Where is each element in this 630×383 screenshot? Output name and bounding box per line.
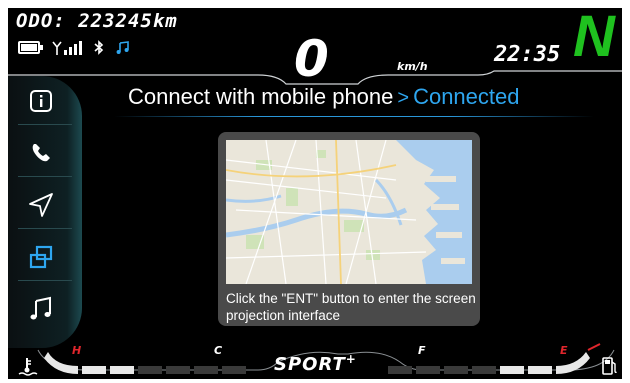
connection-status: Connected xyxy=(413,84,520,109)
sidebar-item-navigation[interactable] xyxy=(26,190,56,220)
gear-indicator: N xyxy=(573,8,615,69)
temp-cold-label: C xyxy=(214,344,223,357)
signal-strength-icon xyxy=(52,40,82,55)
battery-icon xyxy=(18,41,43,54)
ride-mode-suffix: + xyxy=(345,352,357,366)
info-icon xyxy=(30,90,52,112)
navigation-icon xyxy=(29,193,53,217)
sidebar-item-phone[interactable] xyxy=(26,138,56,168)
fuel-pump-icon xyxy=(602,357,617,375)
odometer-readout: ODO: 223245km xyxy=(16,10,178,32)
music-status-icon xyxy=(116,41,129,54)
page-heading: Connect with mobile phone > Connected xyxy=(128,84,520,110)
map-preview-image xyxy=(226,140,472,284)
screen-projection-icon xyxy=(29,245,53,269)
ride-mode-label: SPORT xyxy=(274,354,346,375)
sidebar-item-info[interactable] xyxy=(26,86,56,116)
projection-card[interactable]: Click the "ENT" button to enter the scre… xyxy=(218,132,480,326)
ride-mode: SPORT+ xyxy=(274,352,357,375)
sidebar-item-music[interactable] xyxy=(26,294,56,324)
fuel-full-label: F xyxy=(418,344,426,357)
sidebar-menu xyxy=(8,76,82,348)
music-icon xyxy=(30,296,51,320)
bluetooth-icon xyxy=(94,40,104,55)
phone-icon xyxy=(32,144,50,162)
heading-underline xyxy=(114,116,594,117)
clock: 22:35 xyxy=(494,42,561,67)
status-icons xyxy=(18,40,129,55)
coolant-temperature-icon xyxy=(18,358,38,376)
page-title: Connect with mobile phone xyxy=(128,84,394,109)
temp-hot-label: H xyxy=(72,344,82,357)
fuel-empty-label: E xyxy=(560,344,568,357)
sidebar-item-screen-projection[interactable] xyxy=(26,242,56,272)
projection-instruction: Click the "ENT" button to enter the scre… xyxy=(226,291,476,323)
dashboard-screen: ODO: 223245km 0 km/h 22:35 N Connect wit… xyxy=(8,8,622,379)
chevron-right-icon: > xyxy=(397,87,410,109)
